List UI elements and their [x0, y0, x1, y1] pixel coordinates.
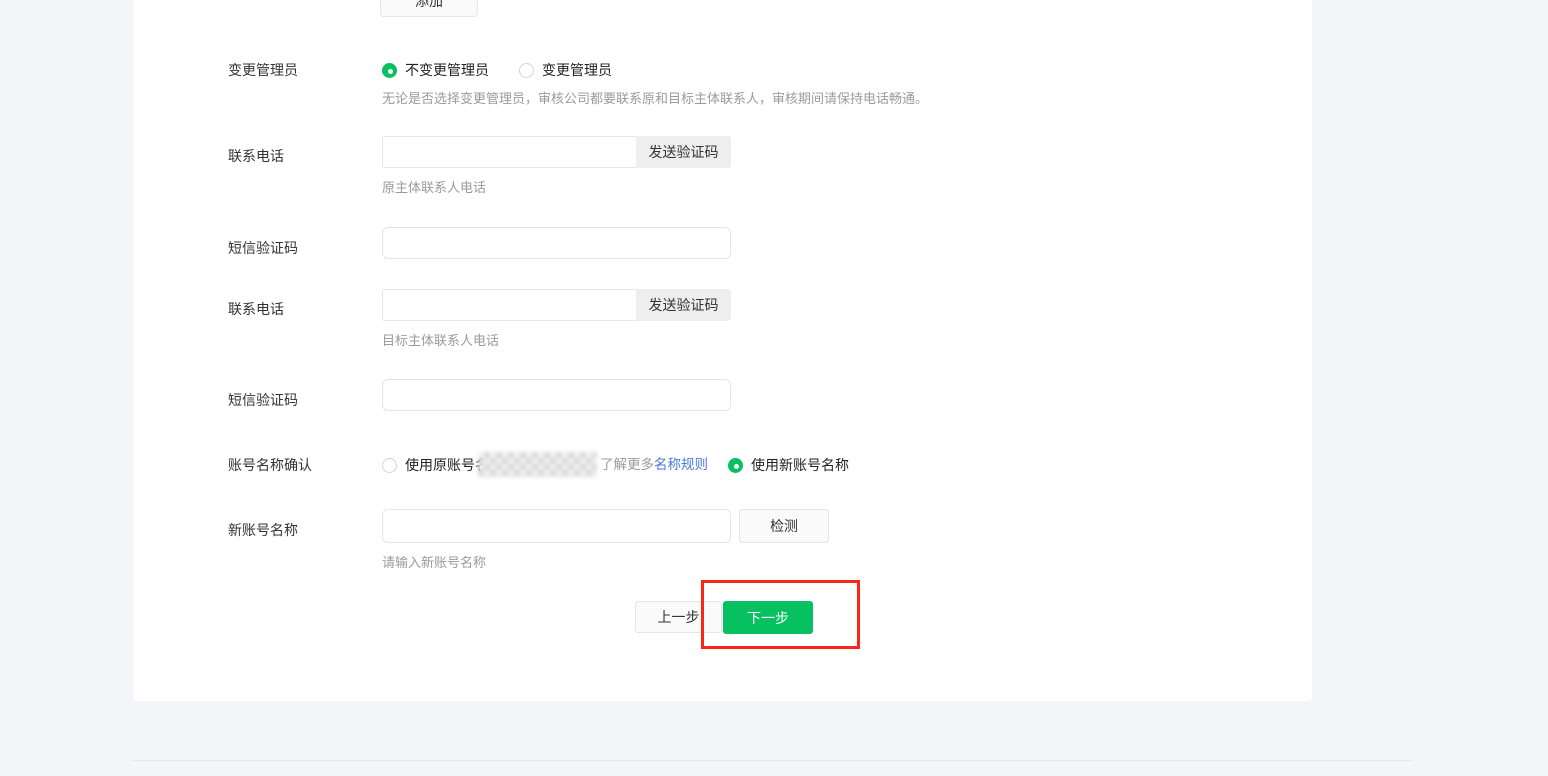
phone-original-label: 联系电话: [228, 146, 284, 166]
phone-target-helper: 目标主体联系人电话: [382, 332, 499, 350]
name-rules-link[interactable]: 名称规则: [654, 457, 708, 472]
phone-original-field: 发送验证码: [382, 136, 731, 168]
radio-selected-icon[interactable]: [382, 63, 397, 78]
new-account-name-helper: 请输入新账号名称: [382, 554, 486, 572]
new-account-name-input[interactable]: [382, 509, 731, 543]
learn-more-label: 了解更多: [600, 457, 654, 472]
next-step-button[interactable]: 下一步: [723, 601, 813, 634]
radio-admin-change[interactable]: 变更管理员: [519, 60, 612, 80]
account-name-radio-group: 使用原账号名称 了解更多名称规则 使用新账号名称: [382, 455, 1082, 479]
learn-more-text: 了解更多名称规则: [600, 455, 708, 475]
admin-change-label: 变更管理员: [228, 60, 298, 80]
account-name-confirm-label: 账号名称确认: [228, 455, 312, 475]
footer-divider: [133, 760, 1411, 761]
add-button[interactable]: 添加: [380, 0, 478, 17]
phone-original-input[interactable]: [382, 136, 636, 168]
radio-unselected-icon[interactable]: [382, 458, 397, 473]
sms-target-label: 短信验证码: [228, 390, 298, 410]
form-panel: 添加 变更管理员 不变更管理员 变更管理员 无论是否选择变更管理员，审核公司都要…: [133, 0, 1312, 701]
sms-original-input[interactable]: [382, 227, 731, 259]
admin-change-radio-group: 不变更管理员 变更管理员: [382, 60, 612, 80]
phone-original-helper: 原主体联系人电话: [382, 179, 486, 197]
radio-label: 使用新账号名称: [751, 455, 849, 475]
radio-use-new-name[interactable]: 使用新账号名称: [728, 455, 849, 475]
radio-label: 不变更管理员: [405, 60, 489, 80]
new-account-name-label: 新账号名称: [228, 520, 298, 540]
radio-unselected-icon[interactable]: [519, 63, 534, 78]
phone-target-input[interactable]: [382, 289, 636, 321]
sms-original-label: 短信验证码: [228, 238, 298, 258]
redacted-account-name: [478, 452, 597, 477]
send-code-button-original[interactable]: 发送验证码: [636, 136, 731, 168]
sms-target-input[interactable]: [382, 379, 731, 411]
check-name-button[interactable]: 检测: [739, 509, 829, 543]
send-code-button-target[interactable]: 发送验证码: [636, 289, 731, 321]
prev-step-button[interactable]: 上一步: [635, 601, 722, 633]
phone-target-label: 联系电话: [228, 299, 284, 319]
radio-label: 变更管理员: [542, 60, 612, 80]
phone-target-field: 发送验证码: [382, 289, 731, 321]
radio-selected-icon[interactable]: [728, 458, 743, 473]
admin-change-note: 无论是否选择变更管理员，审核公司都要联系原和目标主体联系人，审核期间请保持电话畅…: [382, 90, 928, 108]
radio-no-admin-change[interactable]: 不变更管理员: [382, 60, 489, 80]
